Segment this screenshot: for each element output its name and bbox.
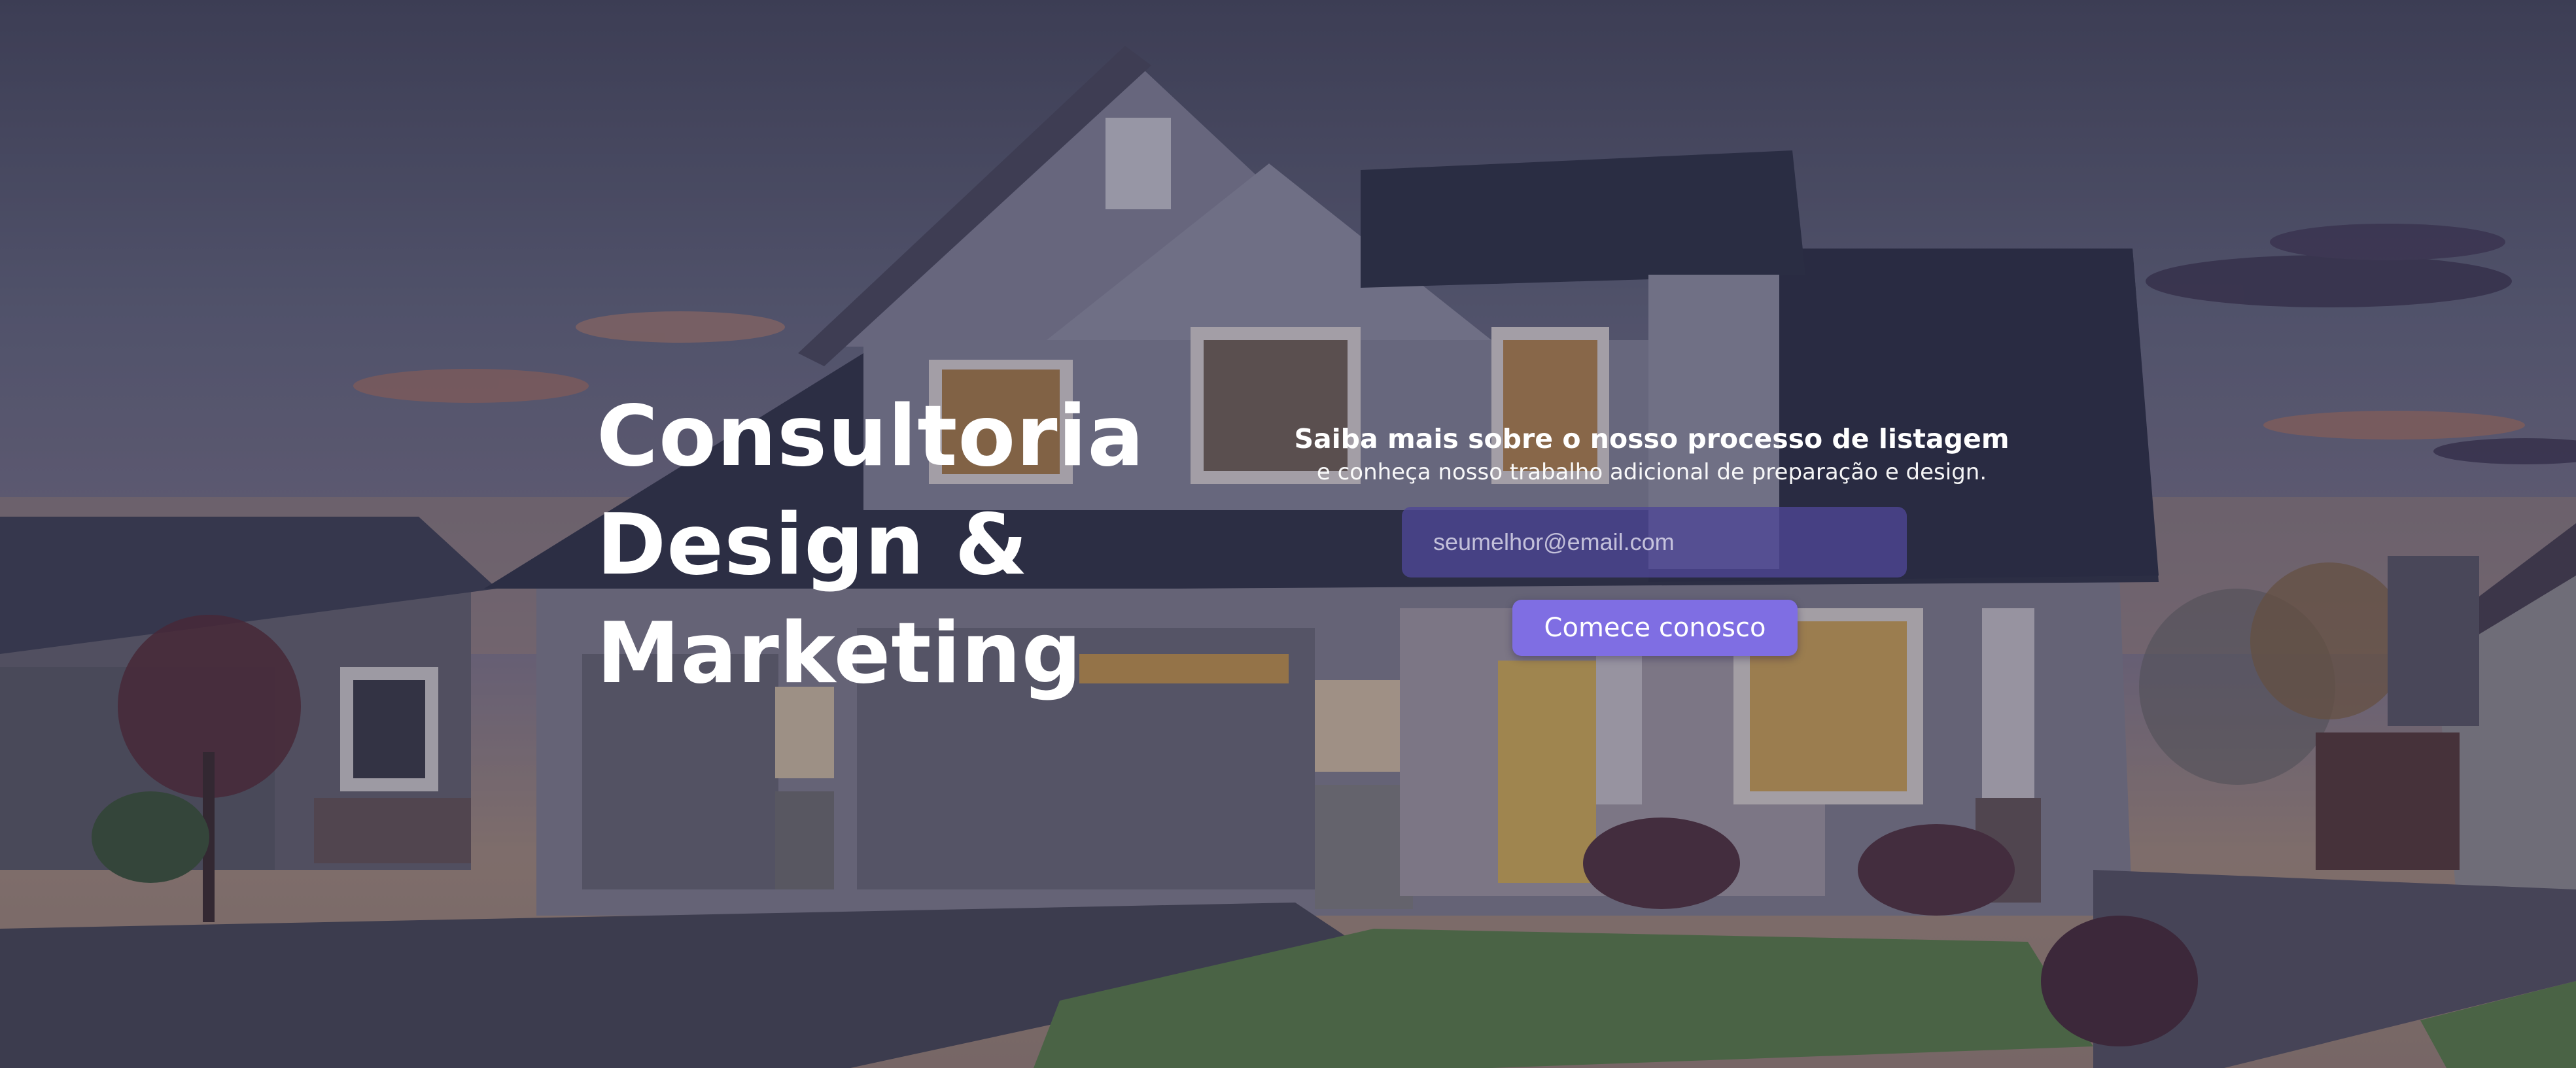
lead-heading: Saiba mais sobre o nosso processo de lis… (1294, 423, 2010, 455)
hero-title: Consultoria Design & Marketing (597, 383, 1185, 708)
dark-overlay (0, 0, 2576, 1068)
start-button[interactable]: Comece conosco (1512, 600, 1798, 656)
lead-subtext: e conheça nosso trabalho adicional de pr… (1316, 459, 1987, 485)
email-input[interactable] (1402, 507, 1907, 577)
hero-lead: Saiba mais sobre o nosso processo de lis… (1282, 421, 2021, 487)
hero-section: Consultoria Design & Marketing Saiba mai… (0, 0, 2576, 1068)
hero-title-line-1: Consultoria (597, 388, 1145, 485)
hero-title-line-2: Design & (597, 496, 1029, 594)
hero-title-line-3: Marketing (597, 605, 1083, 702)
